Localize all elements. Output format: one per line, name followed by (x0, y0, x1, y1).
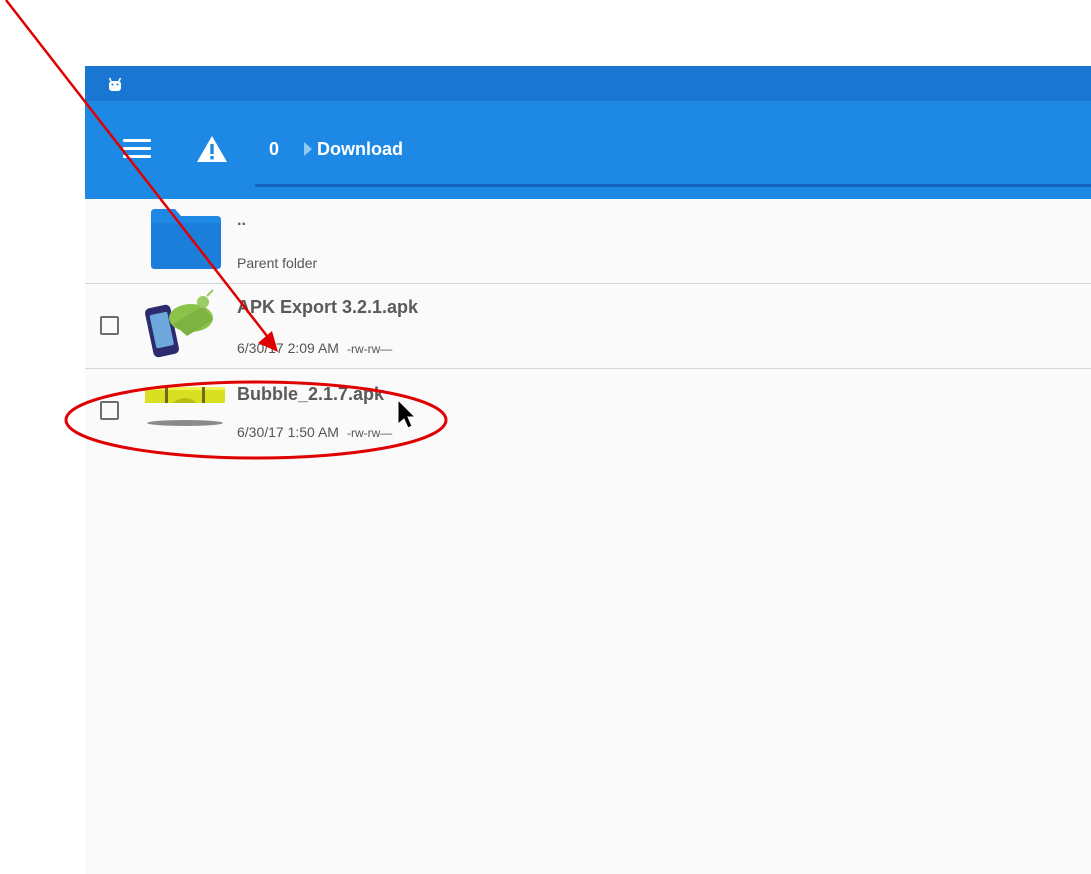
parent-folder-label: Parent folder (237, 255, 318, 271)
file-checkbox[interactable] (100, 401, 119, 420)
file-name: APK Export 3.2.1.apk (237, 297, 419, 317)
parent-folder-name: .. (237, 212, 246, 229)
list-item-parent-folder[interactable]: .. Parent folder (85, 199, 1091, 284)
breadcrumb-underline (255, 184, 1091, 187)
status-bar (85, 66, 1091, 101)
breadcrumb-current[interactable]: Download (317, 139, 403, 160)
list-item[interactable]: Bubble_2.1.7.apk 6/30/17 1:50 AM -rw-rw— (85, 369, 1091, 453)
bubble-level-icon (145, 387, 225, 426)
file-manager-app: 0 Download .. Parent folder APK Export 3… (85, 66, 1091, 874)
toolbar: 0 Download (85, 101, 1091, 199)
warning-icon[interactable] (196, 135, 228, 163)
android-icon (108, 77, 122, 91)
file-date: 6/30/17 2:09 AM (237, 340, 339, 356)
folder-icon (151, 209, 221, 269)
file-permissions: -rw-rw— (346, 426, 393, 440)
file-checkbox[interactable] (100, 316, 119, 335)
breadcrumb-arrow-icon (304, 142, 312, 156)
file-permissions: -rw-rw— (346, 342, 393, 356)
list-item[interactable]: APK Export 3.2.1.apk 6/30/17 2:09 AM -rw-… (85, 284, 1091, 369)
apk-export-icon (145, 289, 214, 358)
file-date: 6/30/17 1:50 AM (237, 424, 339, 440)
file-meta: 6/30/17 2:09 AM -rw-rw— (237, 340, 392, 356)
file-name: Bubble_2.1.7.apk (237, 384, 385, 404)
menu-icon[interactable] (123, 139, 151, 161)
file-meta: 6/30/17 1:50 AM -rw-rw— (237, 424, 392, 440)
breadcrumb-root[interactable]: 0 (269, 139, 279, 160)
